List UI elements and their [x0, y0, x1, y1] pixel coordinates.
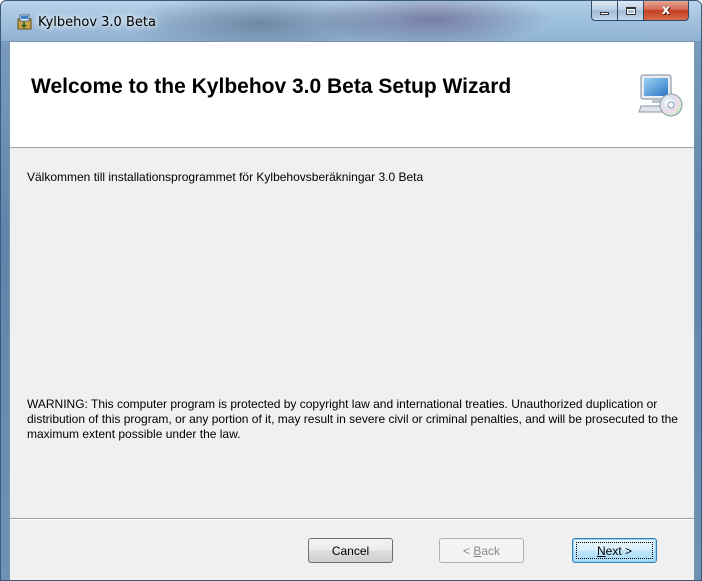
back-button-prefix: < — [462, 543, 474, 558]
wizard-banner: Welcome to the Kylbehov 3.0 Beta Setup W… — [10, 42, 694, 148]
maximize-icon — [625, 6, 636, 15]
footer-divider — [10, 518, 694, 520]
back-button[interactable]: < Back — [439, 538, 524, 563]
next-button-accesskey: N — [596, 543, 606, 558]
window-title: Kylbehov 3.0 Beta — [38, 15, 156, 30]
computer-cd-icon — [638, 74, 683, 117]
title-bar[interactable]: Kylbehov 3.0 Beta x — [1, 1, 701, 41]
cancel-button-label: Cancel — [331, 543, 370, 558]
next-button-rest: ext > — [605, 543, 633, 558]
back-button-accesskey: B — [473, 543, 482, 558]
maximize-button[interactable] — [618, 1, 644, 21]
minimize-button[interactable] — [591, 1, 618, 21]
back-button-rest: ack — [481, 543, 501, 558]
welcome-text: Välkommen till installationsprogrammet f… — [27, 170, 424, 184]
close-button[interactable]: x — [644, 1, 689, 21]
next-button[interactable]: Next > — [572, 538, 657, 563]
close-icon: x — [661, 3, 671, 18]
setup-wizard-window: Kylbehov 3.0 Beta x Welcome to the Kylbe… — [0, 0, 702, 581]
wizard-title: Welcome to the Kylbehov 3.0 Beta Setup W… — [31, 75, 512, 98]
installer-icon — [17, 14, 32, 30]
cancel-button[interactable]: Cancel — [308, 538, 393, 563]
copyright-warning: WARNING: This computer program is protec… — [27, 397, 678, 441]
caption-buttons: x — [591, 1, 689, 21]
wizard-client-area: Welcome to the Kylbehov 3.0 Beta Setup W… — [9, 41, 695, 580]
minimize-icon — [600, 12, 609, 15]
